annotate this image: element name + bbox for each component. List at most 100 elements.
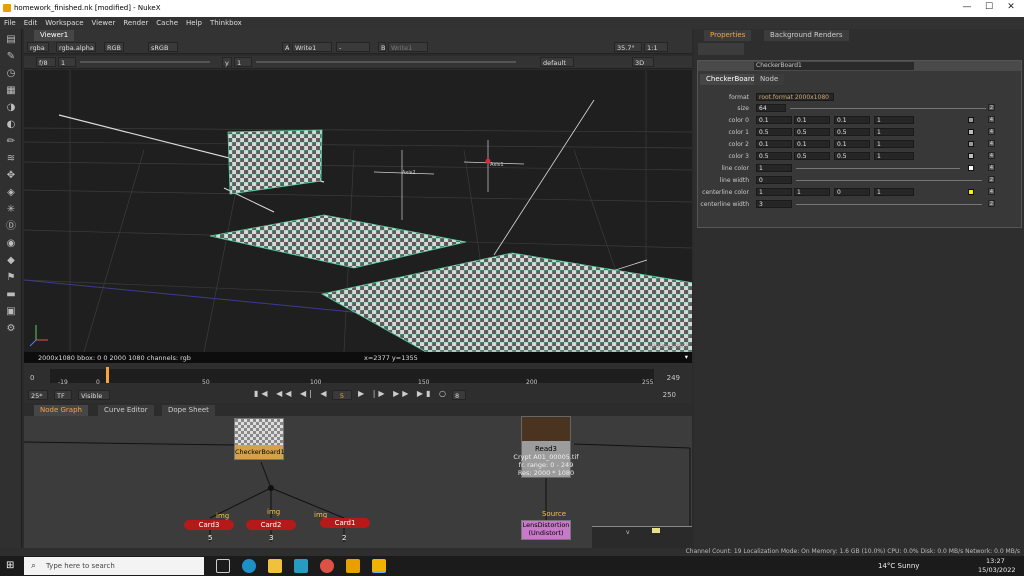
nuke-active-icon[interactable]	[372, 559, 386, 573]
menu-help[interactable]: Help	[182, 17, 206, 29]
view-mode-select[interactable]: 3D	[632, 57, 654, 67]
color1-r[interactable]: 0.5	[756, 128, 792, 136]
timeline-playhead[interactable]	[106, 367, 109, 383]
channels-select[interactable]: rgba	[27, 42, 49, 52]
color3-b[interactable]: 0.5	[834, 152, 870, 160]
camera-select[interactable]: default	[540, 57, 574, 67]
minimap[interactable]: v	[592, 526, 692, 548]
line-color-n[interactable]: 4	[988, 164, 995, 171]
color1-n[interactable]: 4	[988, 128, 995, 135]
color3-n[interactable]: 4	[988, 152, 995, 159]
maya-icon[interactable]	[294, 559, 308, 573]
format-select[interactable]: root.format 2000x1080	[756, 93, 834, 101]
gamma-label[interactable]: y	[222, 57, 232, 67]
timeline-start[interactable]: 0	[30, 374, 34, 382]
draw-tool-icon[interactable]: ✎	[5, 51, 17, 63]
merge-tool-icon[interactable]: ≋	[5, 153, 17, 165]
tab-node-graph[interactable]: Node Graph	[34, 405, 88, 416]
color0-g[interactable]: 0.1	[794, 116, 830, 124]
deep-tool-icon[interactable]: Ⓓ	[5, 221, 17, 233]
keyer-tool-icon[interactable]: ✏	[5, 136, 17, 148]
gamma-value[interactable]: 1	[234, 57, 252, 67]
tab-viewer1[interactable]: Viewer1	[34, 30, 75, 41]
edge-icon[interactable]	[242, 559, 256, 573]
settings-tool-icon[interactable]: ⚙	[5, 323, 17, 335]
tab-properties[interactable]: Properties	[704, 30, 752, 41]
tf-select[interactable]: TF	[54, 390, 72, 400]
menu-edit[interactable]: Edit	[20, 17, 42, 29]
centerline-g[interactable]: 1	[794, 188, 830, 196]
axis2-gizmo[interactable]	[373, 150, 435, 220]
ratio-select[interactable]: 1:1	[644, 42, 668, 52]
lensdistortion-node[interactable]: LensDistortion (Undistort)	[521, 520, 571, 540]
clock-time[interactable]: 13:27	[986, 557, 1005, 565]
card3-checker-plane[interactable]	[227, 129, 323, 195]
color-tool-icon[interactable]: ◑	[5, 102, 17, 114]
checkerboard-node[interactable]: CheckerBoard1	[234, 418, 285, 460]
card1-checker-plane[interactable]	[320, 252, 692, 352]
line-color-field[interactable]: 1	[756, 164, 792, 172]
color0-n[interactable]: 4	[988, 116, 995, 123]
line-color-slider[interactable]	[796, 168, 960, 169]
card3-node[interactable]: Card3	[184, 520, 234, 530]
gamma-slider[interactable]	[256, 61, 516, 63]
color3-a[interactable]: 1	[874, 152, 914, 160]
input-op-select[interactable]: -	[336, 42, 370, 52]
color3-r[interactable]: 0.5	[756, 152, 792, 160]
minimize-button[interactable]: —	[956, 2, 978, 15]
gain-slider[interactable]	[80, 61, 210, 63]
size-n[interactable]: 2	[988, 104, 995, 111]
other-tool-icon[interactable]: ▬	[5, 289, 17, 301]
timeline-track[interactable]	[50, 369, 654, 383]
color0-b[interactable]: 0.1	[834, 116, 870, 124]
transform-tool-icon[interactable]: ✥	[5, 170, 17, 182]
centerline-r[interactable]: 1	[756, 188, 792, 196]
tab-curve-editor[interactable]: Curve Editor	[98, 405, 154, 416]
color2-swatch[interactable]	[968, 141, 974, 147]
zoom-field[interactable]: 35.7°	[614, 42, 642, 52]
centerline-width-slider[interactable]	[796, 204, 982, 205]
3d-tool-icon[interactable]: ◈	[5, 187, 17, 199]
viewer-viewport[interactable]: Axis2 Axis1 (2000x1080)	[24, 70, 692, 352]
color0-a[interactable]: 1	[874, 116, 914, 124]
color1-a[interactable]: 1	[874, 128, 914, 136]
filter-tool-icon[interactable]: ◐	[5, 119, 17, 131]
image-tool-icon[interactable]: ▤	[5, 34, 17, 46]
gain-value[interactable]: 1	[58, 57, 76, 67]
color3-g[interactable]: 0.5	[794, 152, 830, 160]
clock-date[interactable]: 15/03/2022	[978, 566, 1015, 574]
transport-forward[interactable]: ▶ |▶ ▶▶ ▶▮ ○	[358, 389, 449, 398]
centerline-width-field[interactable]: 3	[756, 200, 792, 208]
color0-r[interactable]: 0.1	[756, 116, 792, 124]
fps-field[interactable]: 25*	[28, 390, 48, 400]
tab-background-renders[interactable]: Background Renders	[764, 30, 849, 41]
size-field[interactable]: 64	[756, 104, 786, 112]
centerline-n[interactable]: 4	[988, 188, 995, 195]
status-dropdown-icon[interactable]: ▾	[685, 353, 688, 361]
menu-viewer[interactable]: Viewer	[88, 17, 120, 29]
node-name-field[interactable]: CheckerBoard1	[754, 62, 914, 70]
end-frame[interactable]: 250	[663, 391, 676, 399]
line-width-field[interactable]: 0	[756, 176, 792, 184]
chrome-icon[interactable]	[320, 559, 334, 573]
taskbar-search-input[interactable]: ⌕ Type here to search	[24, 557, 204, 575]
visible-select[interactable]: Visible	[78, 390, 110, 400]
line-width-slider[interactable]	[796, 180, 982, 181]
views-tool-icon[interactable]: ◉	[5, 238, 17, 250]
start-icon[interactable]: ⊞	[6, 561, 16, 571]
centerline-b[interactable]: 0	[834, 188, 870, 196]
color2-n[interactable]: 4	[988, 140, 995, 147]
timeline-end[interactable]: 249	[667, 374, 680, 382]
input-b-select[interactable]: Write1	[388, 42, 428, 52]
color2-g[interactable]: 0.1	[794, 140, 830, 148]
task-view-icon[interactable]	[216, 559, 230, 573]
weather-text[interactable]: 14°C Sunny	[878, 562, 919, 570]
color1-g[interactable]: 0.5	[794, 128, 830, 136]
color1-b[interactable]: 0.5	[834, 128, 870, 136]
lut-select[interactable]: sRGB	[148, 42, 178, 52]
centerline-swatch[interactable]	[968, 189, 974, 195]
menu-render[interactable]: Render	[119, 17, 152, 29]
properties-toolbar[interactable]	[698, 43, 744, 55]
menu-file[interactable]: File	[0, 17, 20, 29]
centerline-width-n[interactable]: 2	[988, 200, 995, 207]
